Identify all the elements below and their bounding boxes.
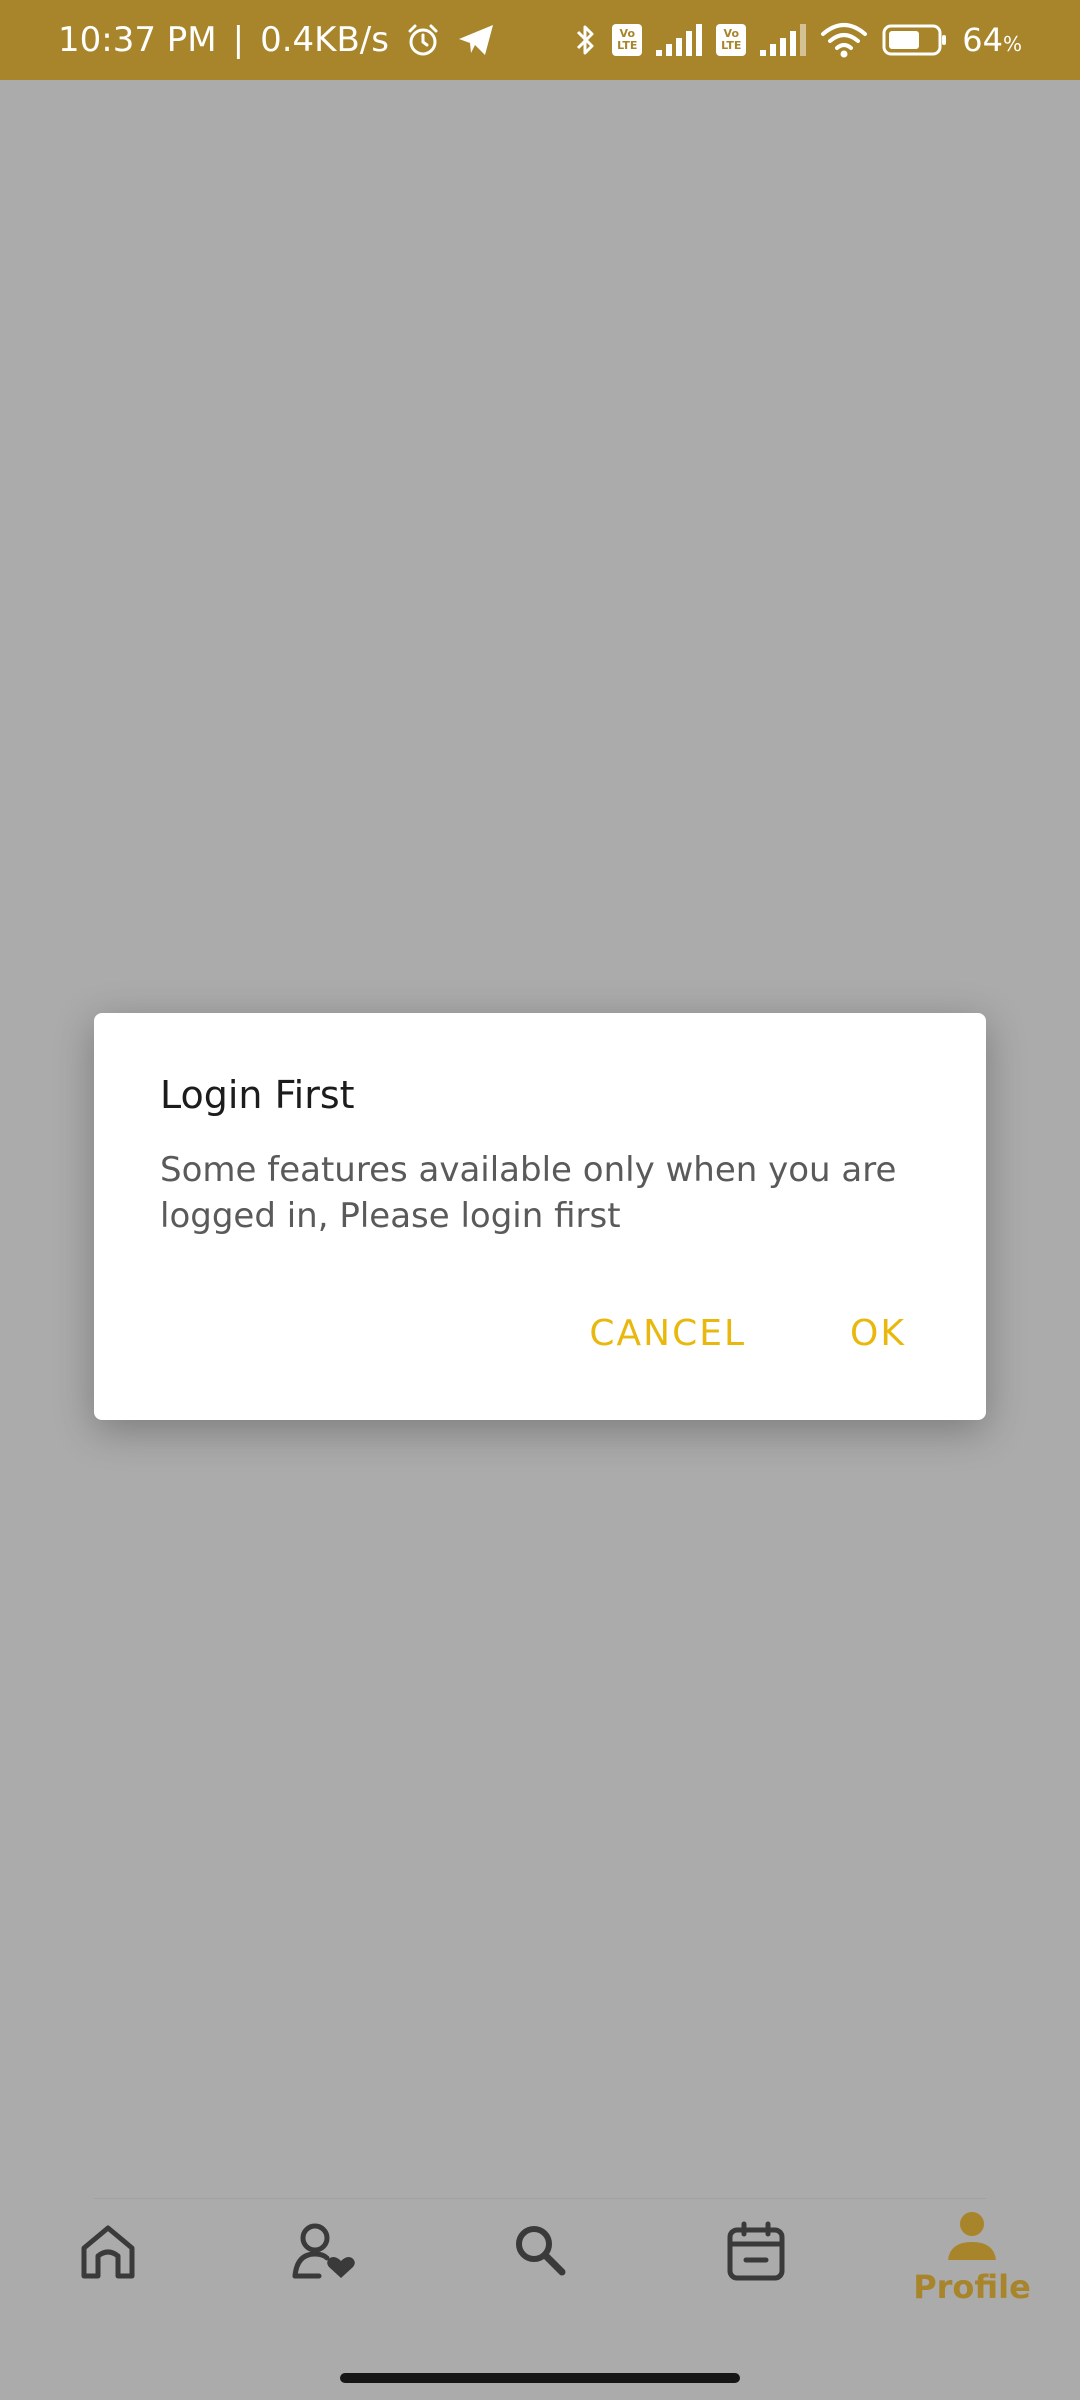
wifi-icon [820,22,868,58]
home-icon [76,2220,140,2284]
status-time: 10:37 PM [58,20,217,60]
volte-icon: Vo LTE [612,24,643,56]
battery-value: 64 [962,21,1003,59]
home-indicator[interactable] [340,2373,740,2383]
nav-item-home[interactable] [38,2220,178,2284]
signal-icon [656,24,703,56]
alarm-icon [405,22,441,58]
volte-icon-2: Vo LTE [716,24,747,56]
network-speed: 0.4KB/s [260,20,389,60]
cancel-button[interactable]: CANCEL [589,1313,746,1354]
battery-level: 64% [962,21,1022,59]
battery-icon [882,23,948,57]
nav-item-favorites[interactable] [254,2220,394,2284]
telegram-icon [457,23,495,57]
nav-label-profile: Profile [913,2268,1031,2306]
profile-icon [944,2210,1000,2264]
dialog-title: Login First [160,1073,355,1117]
volte-bottom-text: LTE [617,39,638,52]
favorite-user-icon [289,2220,359,2284]
volte-bottom-text-2: LTE [721,39,742,52]
battery-unit: % [1002,32,1022,56]
nav-item-search[interactable] [470,2220,610,2284]
dialog-actions: CANCEL OK [589,1313,906,1354]
signal-icon-2 [760,24,807,56]
search-icon [508,2220,572,2284]
dialog-message: Some features available only when you ar… [160,1149,897,1236]
login-dialog: Login First Some features available only… [94,1013,986,1420]
bluetooth-icon [574,22,598,58]
nav-divider [94,2198,986,2199]
status-right: Vo LTE Vo LTE 64% [574,21,1022,59]
status-left: 10:37 PM | 0.4KB/s [58,20,495,60]
nav-item-profile[interactable]: Profile [902,2210,1042,2306]
status-bar: 10:37 PM | 0.4KB/s Vo LTE Vo LTE 64% [0,0,1080,80]
nav-item-calendar[interactable] [686,2220,826,2284]
calendar-icon [724,2220,788,2284]
bottom-nav: Profile [0,2200,1080,2340]
ok-button[interactable]: OK [850,1313,906,1354]
status-separator: | [232,20,245,60]
